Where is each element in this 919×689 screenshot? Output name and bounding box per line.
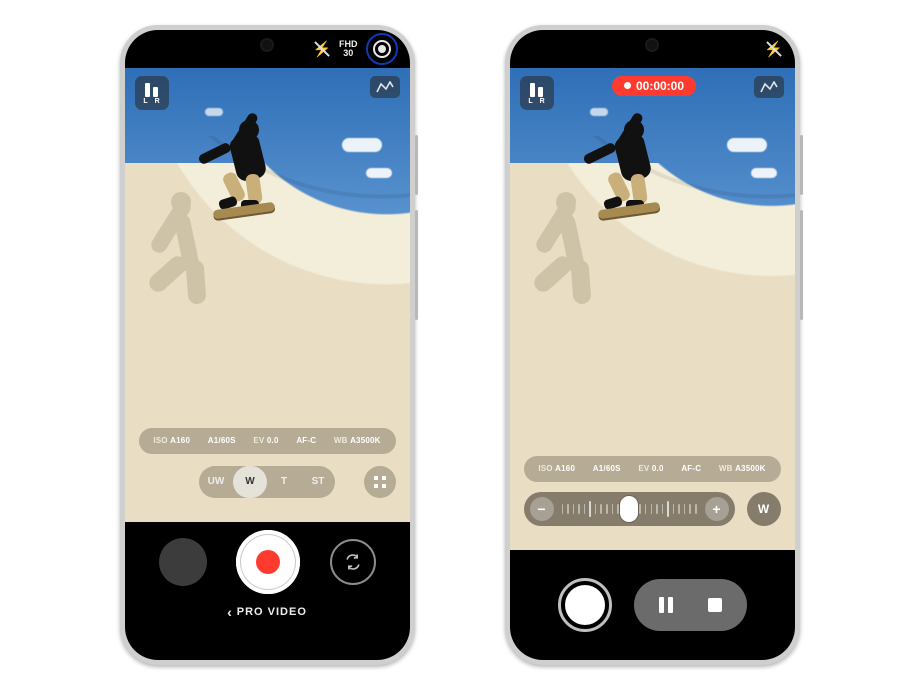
screen: ⚡ FHD 30 xyxy=(125,30,410,660)
lens-ultrawide-button[interactable]: UW xyxy=(199,466,233,498)
shutter-param[interactable]: A1/60S xyxy=(208,436,236,445)
histogram-button[interactable] xyxy=(370,76,400,98)
ev-param[interactable]: EV 0.0 xyxy=(638,464,663,473)
record-dot-icon xyxy=(256,550,280,574)
viewfinder[interactable]: L R ISO A160 A1/60S EV 0.0 AF-C WB A3500… xyxy=(125,68,410,522)
capture-still-button[interactable] xyxy=(558,578,612,632)
front-camera-punchhole xyxy=(647,40,657,50)
wb-param[interactable]: WB A3500K xyxy=(334,436,381,445)
histogram-button[interactable] xyxy=(754,76,784,98)
lens-supertele-button[interactable]: ST xyxy=(301,466,335,498)
phone-right: ⚡ L R xyxy=(505,25,800,665)
shutter-param[interactable]: A1/60S xyxy=(593,464,621,473)
histogram-icon xyxy=(376,81,394,93)
lens-selector-row: UW W T ST xyxy=(139,466,396,498)
mode-label[interactable]: PRO VIDEO xyxy=(227,604,307,620)
recording-time-label: 00:00:00 xyxy=(636,79,684,93)
iso-param[interactable]: ISO A160 xyxy=(153,436,190,445)
flash-off-icon[interactable]: ⚡ xyxy=(313,40,331,58)
iso-param[interactable]: ISO A160 xyxy=(538,464,575,473)
zoom-in-button[interactable]: + xyxy=(705,497,729,521)
ev-param[interactable]: EV 0.0 xyxy=(253,436,278,445)
audio-right-label: R xyxy=(155,98,160,105)
audio-left-label: L xyxy=(143,98,147,105)
zoom-track[interactable] xyxy=(560,498,699,520)
recording-timer: 00:00:00 xyxy=(612,76,696,96)
lens-tele-button[interactable]: T xyxy=(267,466,301,498)
fps-label: 30 xyxy=(343,49,353,58)
exposure-params-bar[interactable]: ISO A160 A1/60S EV 0.0 AF-C WB A3500K xyxy=(139,428,396,454)
flash-off-icon[interactable]: ⚡ xyxy=(765,40,783,58)
lens-selector: UW W T ST xyxy=(199,466,335,498)
zoom-row: − + W xyxy=(524,492,781,526)
bottom-controls xyxy=(510,550,795,660)
audio-left-label: L xyxy=(528,98,532,105)
pause-icon xyxy=(659,597,673,613)
histogram-icon xyxy=(760,81,778,93)
settings-button[interactable] xyxy=(366,33,398,65)
viewfinder[interactable]: L R 00:00:00 ISO A160 A1/60S EV 0.0 AF-C… xyxy=(510,68,795,550)
stop-button[interactable] xyxy=(690,587,739,623)
front-camera-punchhole xyxy=(262,40,272,50)
expand-controls-button[interactable] xyxy=(364,466,396,498)
exposure-params-bar[interactable]: ISO A160 A1/60S EV 0.0 AF-C WB A3500K xyxy=(524,456,781,482)
phone-left: ⚡ FHD 30 xyxy=(120,25,415,665)
zoom-thumb[interactable] xyxy=(620,496,638,522)
screen: ⚡ L R xyxy=(510,30,795,660)
gallery-thumbnail[interactable] xyxy=(159,538,207,586)
audio-level-meter[interactable]: L R xyxy=(520,76,554,110)
af-param[interactable]: AF-C xyxy=(296,436,316,445)
camera-switch-button[interactable] xyxy=(330,539,376,585)
scene-skateboarder xyxy=(580,108,680,248)
expand-icon xyxy=(373,475,387,489)
camera-switch-icon xyxy=(343,552,363,572)
record-button[interactable] xyxy=(236,530,300,594)
pause-stop-group xyxy=(634,579,747,631)
settings-icon xyxy=(373,40,391,58)
af-param[interactable]: AF-C xyxy=(681,464,701,473)
zoom-out-button[interactable]: − xyxy=(530,497,554,521)
pause-button[interactable] xyxy=(642,587,690,623)
zoom-slider[interactable]: − + xyxy=(524,492,735,526)
lens-current-button[interactable]: W xyxy=(747,492,781,526)
stop-icon xyxy=(708,598,722,612)
audio-level-meter[interactable]: L R xyxy=(135,76,169,110)
wb-param[interactable]: WB A3500K xyxy=(719,464,766,473)
bottom-controls: PRO VIDEO xyxy=(125,522,410,660)
scene-skateboarder xyxy=(195,108,295,248)
video-quality-indicator[interactable]: FHD 30 xyxy=(339,40,358,58)
audio-right-label: R xyxy=(540,98,545,105)
lens-wide-button[interactable]: W xyxy=(233,466,267,498)
